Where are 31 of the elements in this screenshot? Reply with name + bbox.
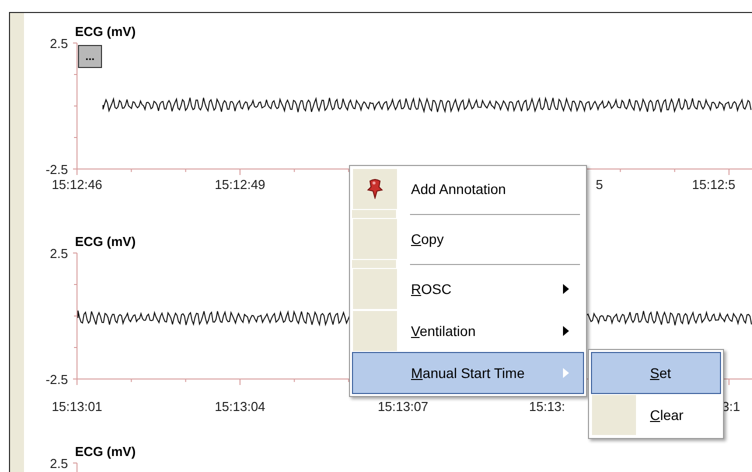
y-axis-label: 2.5	[50, 36, 68, 51]
time-label: 5	[596, 177, 603, 192]
time-label: 15:12:46	[52, 177, 102, 192]
pushpin-icon	[367, 179, 383, 199]
chart-title: ECG (mV)	[75, 24, 136, 39]
y-axis-label: 2.5	[50, 246, 68, 261]
menu-item[interactable]: Clear	[591, 394, 721, 436]
submenu-arrow-icon	[563, 368, 569, 378]
time-label: 15:13:	[529, 399, 566, 414]
menu-item[interactable]: Set	[591, 352, 721, 394]
time-label: 15:12:5	[692, 177, 736, 192]
y-axis	[72, 462, 78, 472]
y-axis-label: -2.5	[46, 162, 68, 177]
submenu-arrow-icon	[563, 284, 569, 294]
chart-title: ECG (mV)	[75, 234, 136, 249]
menu-item[interactable]: Copy	[352, 218, 584, 260]
menu-item[interactable]: ROSC	[352, 268, 584, 310]
time-label: 15:12:49	[214, 177, 266, 192]
y-axis-label: 2.5	[50, 456, 68, 471]
time-label: 15:13:07	[378, 399, 428, 414]
y-axis-label: -2.5	[46, 372, 68, 387]
menu-item[interactable]: Add Annotation	[352, 168, 584, 210]
menu-item[interactable]: Manual Start Time	[352, 352, 584, 394]
submenu-arrow-icon	[563, 326, 569, 336]
time-label: 15:13:04	[214, 399, 266, 414]
menu-item[interactable]: Ventilation	[352, 310, 584, 352]
chart-title: ECG (mV)	[75, 444, 136, 459]
menu-gutter	[353, 311, 397, 351]
menu-gutter	[592, 395, 636, 435]
time-label: 15:13:01	[52, 399, 102, 414]
more-button[interactable]: ...	[78, 45, 102, 68]
